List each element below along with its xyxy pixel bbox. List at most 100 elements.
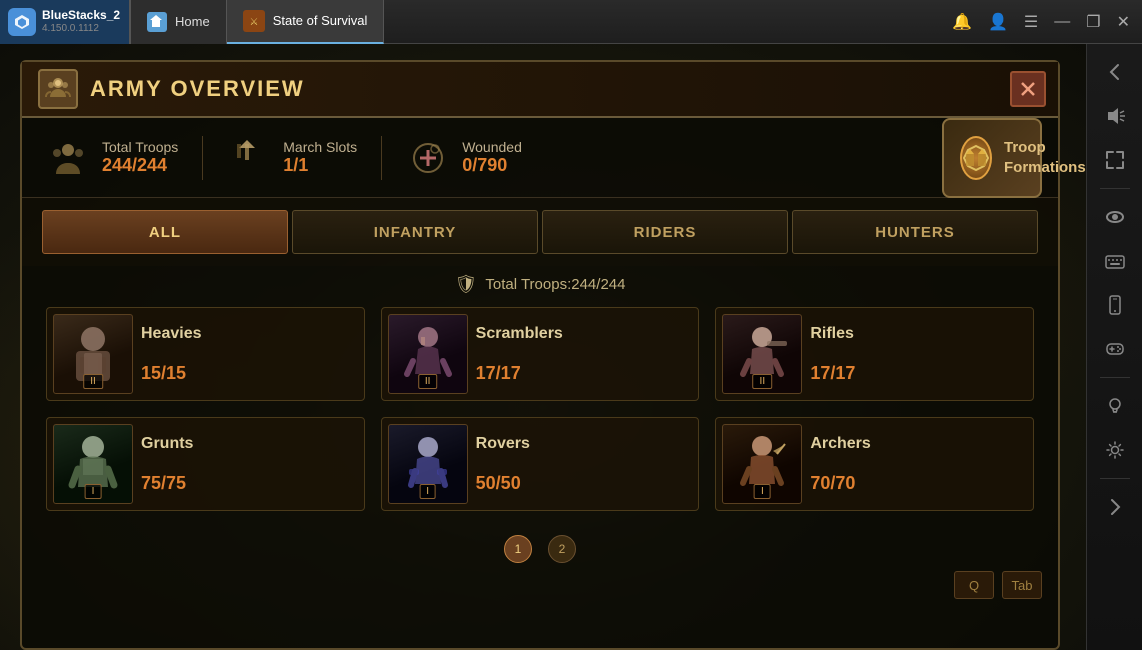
troop-card-rovers[interactable]: I Rovers 50/50 [381,417,700,511]
army-overview-panel: ARMY OVERVIEW [20,60,1060,650]
archers-name: Archers [810,435,1027,453]
total-troops-icon [46,136,90,180]
army-header-icon [38,69,78,109]
sidebar-keyboard-btn[interactable] [1095,241,1135,281]
troop-portrait-rovers: I [388,424,468,504]
bluestacks-logo: BlueStacks_2 4.150.0.1112 [0,0,130,44]
bluestacks-text: BlueStacks_2 4.150.0.1112 [42,8,120,34]
tab-all[interactable]: ALL [42,210,288,254]
troop-portrait-scramblers: II [388,314,468,394]
grunts-name: Grunts [141,435,358,453]
rifles-count: 17/17 [810,363,1027,384]
rifles-name: Rifles [810,325,1027,343]
panel-close-button[interactable] [1010,71,1046,107]
heavies-count: 15/15 [141,363,358,384]
bluestacks-icon [8,8,36,36]
archers-count: 70/70 [810,473,1027,494]
topbar-controls: 🔔 👤 ☰ — ❐ ✕ [952,12,1142,32]
rovers-info: Rovers 50/50 [476,435,693,494]
troop-formations-button[interactable]: Troop Formations [942,118,1042,198]
troop-card-archers[interactable]: I Archers 70/70 [715,417,1034,511]
grunts-tier-badge: I [85,484,102,499]
sidebar-divider-1 [1100,188,1130,189]
total-troops-value: 244/244 [102,155,178,176]
total-troops-stat: Total Troops 244/244 [38,136,203,180]
scramblers-tier-badge: II [418,374,438,389]
march-slots-icon [227,136,271,180]
menu-icon[interactable]: ☰ [1024,12,1038,32]
sidebar-forward-btn[interactable] [1095,487,1135,527]
svg-text:⚔: ⚔ [249,17,258,28]
troop-card-rifles[interactable]: II Rifles 17/17 [715,307,1034,401]
q-shortcut-button[interactable]: Q [954,571,994,599]
sidebar-divider-2 [1100,377,1130,378]
pagination: 1 2 [22,527,1058,571]
troop-portrait-archers: I [722,424,802,504]
troop-card-heavies[interactable]: II Heavies 15/15 [46,307,365,401]
home-tab-label: Home [175,14,210,29]
total-troops-text: Total Troops 244/244 [102,139,178,176]
panel-header: ARMY OVERVIEW [22,62,1058,118]
wounded-icon [406,136,450,180]
total-troops-label: Total Troops [102,139,178,155]
page-1-button[interactable]: 1 [504,535,532,563]
tab-riders[interactable]: RIDERS [542,210,788,254]
total-troops-line: 🛡 Total Troops:244/244 [22,266,1058,299]
minimize-icon[interactable]: — [1054,13,1070,31]
stats-row: Total Troops 244/244 March Slots 1/1 [22,118,1058,198]
tab-shortcut-button[interactable]: Tab [1002,571,1042,599]
home-tab[interactable]: Home [130,0,227,44]
sidebar-gear-btn[interactable] [1095,430,1135,470]
sidebar-sound-btn[interactable] [1095,96,1135,136]
tab-hunters[interactable]: HUNTERS [792,210,1038,254]
march-slots-text: March Slots 1/1 [283,139,357,176]
restore-icon[interactable]: ❐ [1086,12,1100,32]
sidebar-controller-btn[interactable] [1095,329,1135,369]
wounded-text: Wounded 0/790 [462,139,522,176]
account-icon[interactable]: 👤 [988,12,1008,32]
rifles-tier-badge: II [753,374,773,389]
grunts-info: Grunts 75/75 [141,435,358,494]
troop-portrait-heavies: II [53,314,133,394]
sidebar-expand-btn[interactable] [1095,140,1135,180]
tab-infantry[interactable]: INFANTRY [292,210,538,254]
troop-type-tabs: ALL INFANTRY RIDERS HUNTERS [22,198,1058,266]
sidebar-bulb-btn[interactable] [1095,386,1135,426]
rifles-info: Rifles 17/17 [810,325,1027,384]
wounded-value: 0/790 [462,155,522,176]
rovers-count: 50/50 [476,473,693,494]
page-2-button[interactable]: 2 [548,535,576,563]
game-tab-icon: ⚔ [243,10,265,32]
scramblers-name: Scramblers [476,325,693,343]
march-slots-label: March Slots [283,139,357,155]
rovers-name: Rovers [476,435,693,453]
game-area: ARMY OVERVIEW [0,44,1086,650]
sidebar-back-btn[interactable] [1095,52,1135,92]
home-tab-icon [147,12,167,32]
archers-tier-badge: I [754,484,771,499]
game-tab-label: State of Survival [273,13,368,28]
troop-portrait-grunts: I [53,424,133,504]
heavies-name: Heavies [141,325,358,343]
heavies-tier-badge: II [83,374,103,389]
troop-card-grunts[interactable]: I Grunts 75/75 [46,417,365,511]
sidebar-eye-btn[interactable] [1095,197,1135,237]
close-app-icon[interactable]: ✕ [1117,12,1130,32]
bell-icon[interactable]: 🔔 [952,12,972,32]
wounded-label: Wounded [462,139,522,155]
topbar: BlueStacks_2 4.150.0.1112 Home ⚔ State o… [0,0,1142,44]
total-troops-display: Total Troops:244/244 [485,276,625,293]
grunts-count: 75/75 [141,473,358,494]
troop-formations-icon [960,136,992,180]
troop-grid: II Heavies 15/15 II [22,299,1058,527]
scramblers-info: Scramblers 17/17 [476,325,693,384]
sidebar-phone-btn[interactable] [1095,285,1135,325]
troop-formations-label: Troop Formations [1004,138,1086,177]
troop-card-scramblers[interactable]: II Scramblers 17/17 [381,307,700,401]
march-slots-value: 1/1 [283,155,357,176]
game-tab[interactable]: ⚔ State of Survival [227,0,385,44]
wounded-stat: Wounded 0/790 [382,136,546,180]
scramblers-count: 17/17 [476,363,693,384]
panel-title: ARMY OVERVIEW [90,76,305,102]
archers-info: Archers 70/70 [810,435,1027,494]
